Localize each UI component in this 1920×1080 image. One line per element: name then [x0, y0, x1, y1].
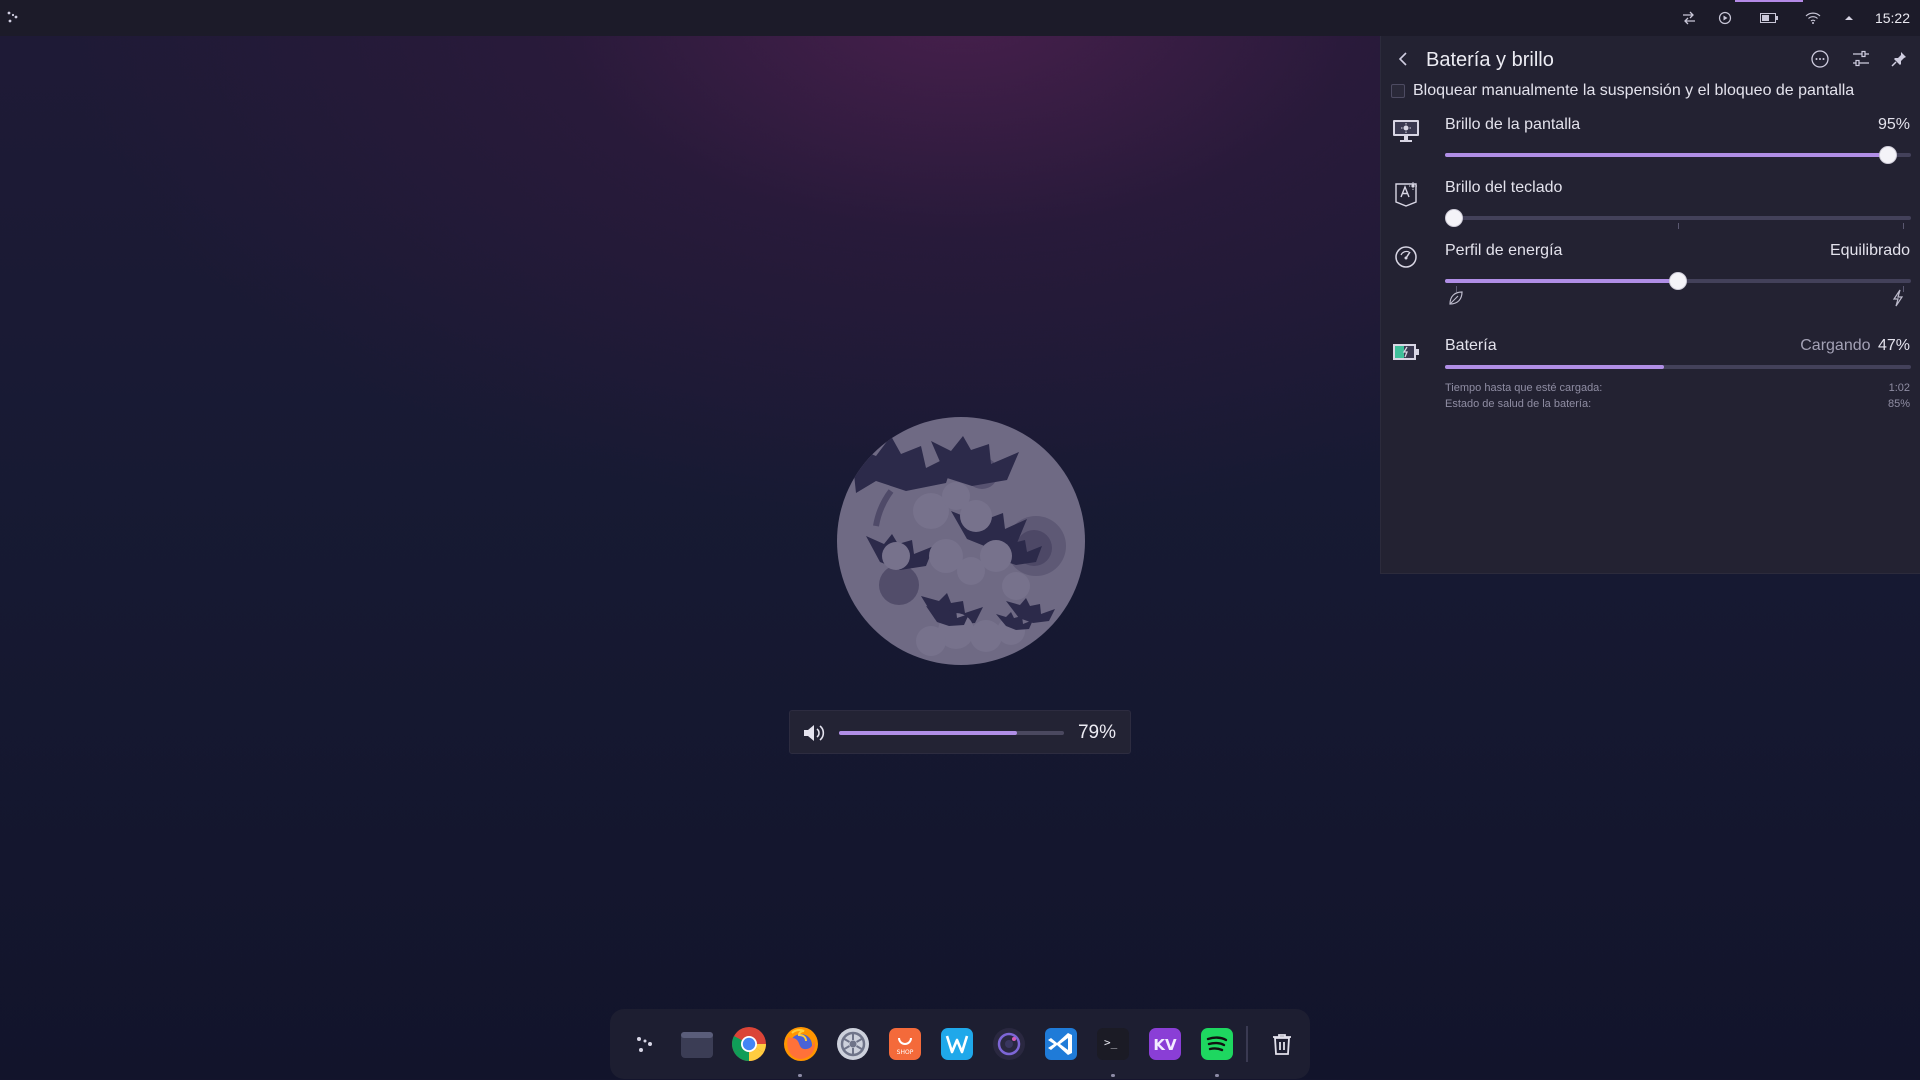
inhibit-sleep-toggle[interactable]: Bloquear manualmente la suspensión y el … — [1391, 80, 1854, 102]
battery-icon[interactable] — [1734, 0, 1803, 36]
volume-bar-fill — [839, 731, 1017, 735]
chevron-left-icon — [1398, 52, 1407, 66]
screen-brightness-label: Brillo de la pantalla — [1445, 116, 1581, 133]
more-circle-icon — [1811, 50, 1829, 68]
dock-item-files[interactable] — [677, 1024, 717, 1064]
battery-charging-icon — [1391, 337, 1421, 367]
sliders-icon — [1853, 50, 1869, 67]
sync-arrows-icon[interactable] — [1671, 0, 1707, 36]
back-button[interactable] — [1393, 49, 1413, 69]
power-profile-label: Perfil de energía — [1445, 242, 1563, 259]
dock-item-spotify[interactable] — [1197, 1024, 1237, 1064]
charge-time-label: Tiempo hasta que esté cargada: — [1445, 382, 1603, 394]
dock-item-firefox[interactable] — [781, 1024, 821, 1064]
kv-icon: KV — [1149, 1028, 1181, 1060]
slider-handle[interactable] — [1445, 209, 1463, 227]
volume-osd: 79% — [789, 710, 1131, 754]
dock-item-settings[interactable] — [833, 1024, 873, 1064]
clock[interactable]: 15:22 — [1867, 10, 1920, 26]
slider-handle[interactable] — [1878, 146, 1897, 164]
dock-item-vscode[interactable] — [1041, 1024, 1081, 1064]
kv-icon-label: KV — [1153, 1036, 1177, 1054]
inhibit-label: Bloquear manualmente la suspensión y el … — [1413, 82, 1855, 99]
slider-fill — [1445, 153, 1888, 157]
power-profile-gauge-icon — [1391, 242, 1421, 272]
dock-item-trash[interactable] — [1262, 1024, 1302, 1064]
dock-item-writer[interactable] — [937, 1024, 977, 1064]
running-indicator — [798, 1074, 802, 1077]
slider-track — [1445, 216, 1911, 220]
dock-item-obs[interactable] — [989, 1024, 1029, 1064]
chrome-icon — [732, 1027, 766, 1061]
dock-item-chrome[interactable] — [729, 1024, 769, 1064]
keyboard-brightness-label: Brillo del teclado — [1445, 179, 1563, 196]
vscode-icon — [1045, 1028, 1077, 1060]
screen-brightness-slider[interactable] — [1445, 145, 1911, 165]
running-indicator — [1111, 1074, 1115, 1077]
speaker-volume-icon — [802, 722, 828, 744]
battery-health-label: Estado de salud de la batería: — [1445, 398, 1592, 410]
configure-button[interactable] — [1850, 48, 1872, 70]
pin-button[interactable] — [1888, 48, 1910, 70]
firefox-icon — [784, 1027, 818, 1061]
spotify-icon — [1201, 1028, 1233, 1060]
slider-fill — [1445, 279, 1678, 283]
settings-icon — [837, 1028, 869, 1060]
terminal-icon: >_ — [1097, 1028, 1129, 1060]
battery-health-value: 85% — [1887, 398, 1910, 410]
battery-level-fill — [1445, 365, 1665, 369]
w-app-icon — [941, 1028, 973, 1060]
monitor-brightness-icon — [1391, 116, 1421, 146]
terminal-prompt-label: >_ — [1104, 1036, 1118, 1049]
obs-icon — [993, 1028, 1025, 1060]
top-panel: 15:22 — [0, 0, 1920, 36]
volume-value: 79% — [1077, 722, 1116, 743]
volume-bar — [839, 731, 1064, 735]
shop-icon: SHOP — [889, 1028, 921, 1060]
lightning-icon — [1891, 289, 1909, 307]
launcher-dots-icon[interactable] — [4, 8, 22, 26]
charge-time-value: 1:02 — [1888, 382, 1910, 394]
leaf-icon — [1447, 289, 1465, 307]
dock-item-terminal[interactable]: >_ — [1093, 1024, 1133, 1064]
dock: SHOP >_ KV — [610, 1009, 1310, 1079]
panel-header: Batería y brillo — [1381, 36, 1920, 82]
battery-label: Batería — [1445, 337, 1497, 354]
dock-item-kv[interactable]: KV — [1145, 1024, 1185, 1064]
wallpaper-bat-moon-illustration — [836, 416, 1086, 666]
folder-icon — [681, 1032, 713, 1058]
power-profile-value: Equilibrado — [1829, 242, 1910, 259]
battery-percent: 47% — [1877, 337, 1910, 354]
panel-title: Batería y brillo — [1426, 49, 1554, 71]
dock-item-shop[interactable]: SHOP — [885, 1024, 925, 1064]
battery-brightness-panel: Batería y brillo Bloquear manualmente la… — [1380, 36, 1920, 574]
battery-level-bar — [1445, 365, 1911, 369]
pin-icon — [1891, 52, 1906, 67]
power-profile-slider[interactable] — [1445, 271, 1911, 292]
wifi-icon[interactable] — [1795, 0, 1831, 36]
slider-tick — [1678, 223, 1679, 229]
dock-separator — [1246, 1026, 1248, 1062]
system-tray: 15:22 — [1671, 0, 1920, 36]
screen-brightness-value: 95% — [1877, 116, 1910, 133]
dock-item-launcher[interactable] — [625, 1024, 665, 1064]
keyboard-brightness-icon — [1391, 179, 1421, 209]
more-options-button[interactable] — [1809, 48, 1831, 70]
slider-handle[interactable] — [1669, 272, 1687, 290]
slider-tick — [1903, 223, 1904, 229]
launcher-dots-icon — [637, 1037, 652, 1052]
media-play-icon[interactable] — [1707, 0, 1743, 36]
battery-value: Cargando 47% — [1800, 337, 1910, 355]
battery-status: Cargando — [1800, 337, 1871, 354]
keyboard-brightness-slider[interactable] — [1445, 208, 1911, 229]
inhibit-checkbox[interactable] — [1391, 84, 1405, 98]
shop-icon-label: SHOP — [897, 1049, 914, 1056]
trash-icon — [1273, 1034, 1291, 1055]
chevron-up-icon[interactable] — [1831, 0, 1867, 36]
running-indicator — [1215, 1074, 1219, 1077]
